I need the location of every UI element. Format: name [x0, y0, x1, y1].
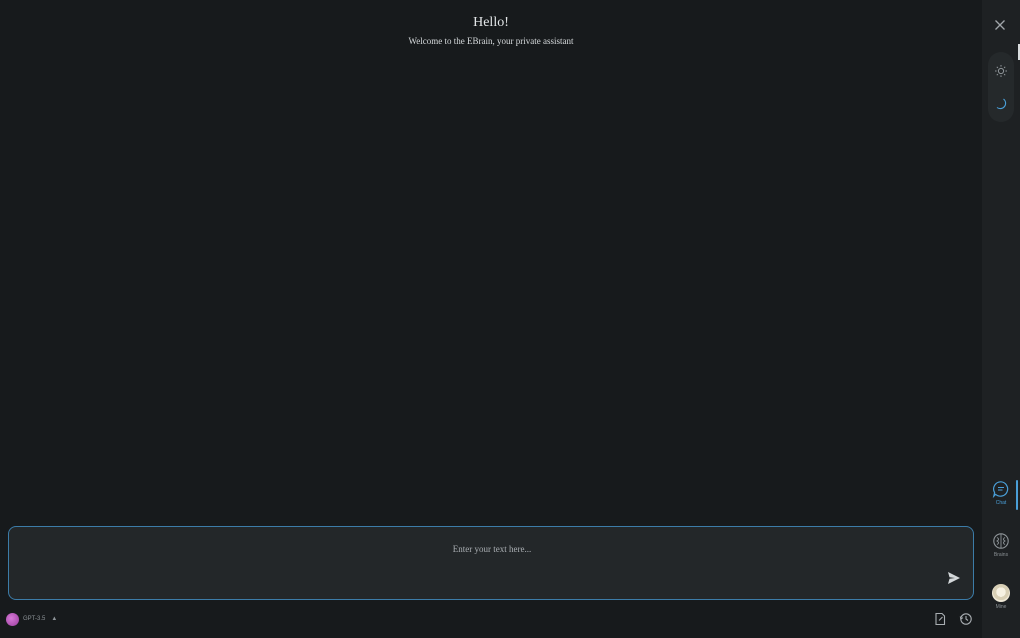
sun-icon: [995, 65, 1007, 77]
model-selector[interactable]: GPT-3.5 ▲: [6, 612, 57, 626]
greeting: Hello! Welcome to the EBrain, your priva…: [0, 14, 982, 47]
dark-theme-button[interactable]: [991, 94, 1011, 114]
bottom-bar: GPT-3.5 ▲: [0, 606, 982, 634]
close-button[interactable]: [991, 16, 1009, 34]
right-sidebar: Chat Brains Mine: [982, 0, 1020, 638]
history-icon: [959, 613, 972, 625]
ebrain-app: Hello! Welcome to the EBrain, your priva…: [0, 0, 1020, 638]
close-icon: [995, 20, 1005, 30]
chat-bubble-icon: [992, 481, 1009, 498]
rail-item-label: Brains: [993, 552, 1009, 558]
new-chat-button[interactable]: [932, 611, 948, 627]
chat-panel: Hello! Welcome to the EBrain, your priva…: [0, 0, 982, 638]
send-icon: [948, 572, 960, 584]
new-note-icon: [935, 612, 946, 626]
chevron-up-icon: ▲: [51, 616, 58, 622]
theme-toggle: [988, 52, 1014, 122]
history-button[interactable]: [958, 611, 974, 627]
rail-item-label: Chat: [995, 500, 1007, 506]
rail-item-brains[interactable]: Brains: [982, 532, 1020, 558]
rail-item-mine[interactable]: Mine: [982, 584, 1020, 610]
send-button[interactable]: [945, 569, 963, 587]
light-theme-button[interactable]: [991, 61, 1011, 81]
rail-item-label: Mine: [995, 604, 1007, 610]
moon-icon: [996, 98, 1007, 110]
rail-item-chat[interactable]: Chat: [982, 480, 1020, 506]
message-input[interactable]: [9, 539, 975, 559]
greeting-subtitle: Welcome to the EBrain, your private assi…: [408, 36, 574, 46]
greeting-title: Hello!: [473, 15, 509, 30]
avatar: [992, 584, 1010, 602]
chat-composer: [8, 526, 975, 600]
model-label: GPT-3.5: [23, 616, 46, 622]
brain-icon: [993, 533, 1009, 549]
openai-icon: [6, 612, 19, 626]
